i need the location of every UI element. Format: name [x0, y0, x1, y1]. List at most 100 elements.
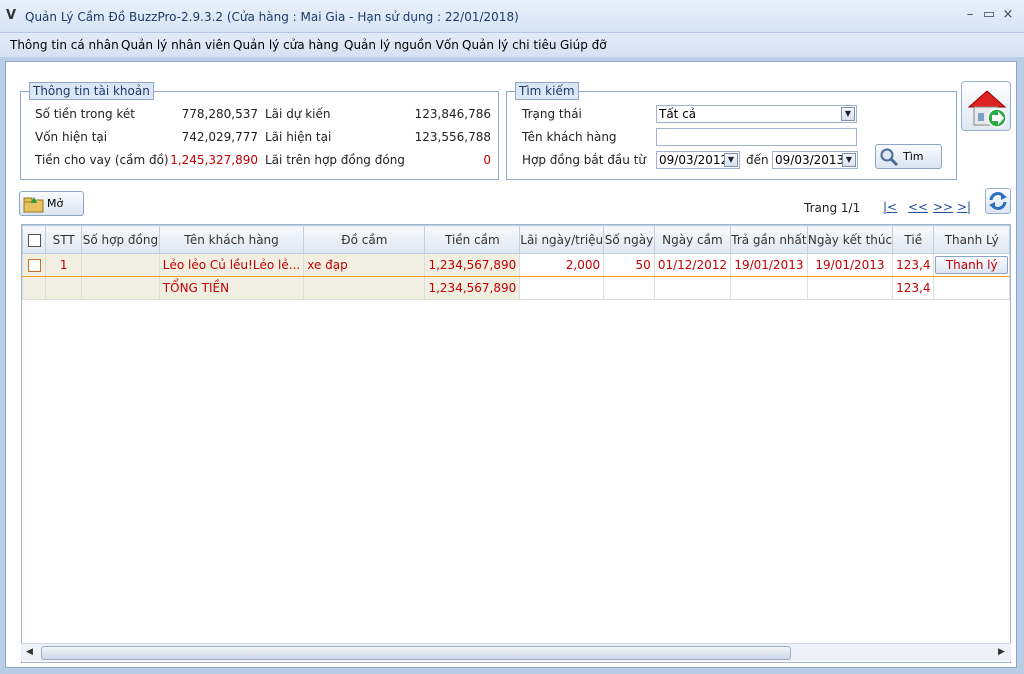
status-select[interactable]: Tất cả ▼	[656, 105, 857, 123]
horizontal-scrollbar[interactable]: ◀ ▶	[21, 643, 1011, 661]
total-empty-cell	[81, 276, 160, 300]
scroll-left-icon[interactable]: ◀	[26, 647, 33, 657]
expected-interest-value: 123,846,786	[414, 107, 491, 121]
menu-expenses[interactable]: Quản lý chi tiêu	[462, 38, 556, 52]
safe-balance-label: Số tiền trong két	[35, 107, 135, 121]
total-empty-cell	[730, 276, 808, 300]
scrollbar-thumb[interactable]	[41, 646, 791, 660]
col-daily-rate[interactable]: Lãi ngày/triệu	[519, 225, 605, 254]
row-checkbox[interactable]	[27, 259, 41, 272]
calendar-dropdown-icon[interactable]: ▼	[842, 153, 856, 167]
total-empty-cell	[22, 276, 47, 300]
customer-name-input[interactable]	[656, 128, 857, 146]
refresh-button[interactable]	[985, 188, 1011, 214]
menu-bar: Thông tin cá nhân Quản lý nhân viên Quản…	[0, 33, 1024, 57]
home-exit-icon	[967, 90, 1007, 128]
row-liquidation-cell: Thanh lý	[933, 253, 1010, 277]
col-pawn-date[interactable]: Ngày cầm	[653, 225, 732, 254]
row-customer-name: Lẻo lẻo Củ lều!Lẻo lẻ...	[158, 253, 305, 277]
folder-icon	[23, 197, 44, 213]
current-capital-label: Vốn hiện tại	[35, 130, 108, 144]
col-interest[interactable]: Tiề	[892, 225, 935, 254]
chevron-down-icon[interactable]: ▼	[841, 107, 855, 121]
contracts-table: STT Số hợp đồng Tên khách hàng Đồ cầm Ti…	[22, 225, 1010, 300]
row-pawn-date: 01/12/2012	[653, 253, 732, 277]
closed-interest-value: 0	[483, 153, 491, 167]
refresh-icon	[989, 192, 1007, 210]
to-date-picker[interactable]: 09/03/2013 ▼	[772, 151, 858, 169]
col-customer-name[interactable]: Tên khách hàng	[158, 225, 305, 254]
total-empty-cell	[806, 276, 894, 300]
col-contract-no[interactable]: Số hợp đồng	[81, 225, 160, 254]
current-capital-value: 742,029,777	[181, 130, 258, 144]
home-button[interactable]	[961, 81, 1011, 131]
safe-balance-value: 778,280,537	[181, 107, 258, 121]
current-interest-label: Lãi hiện tại	[265, 130, 332, 144]
menu-capital[interactable]: Quản lý nguồn Vốn	[344, 38, 459, 52]
total-empty-cell	[519, 276, 605, 300]
expected-interest-label: Lãi dự kiến	[265, 107, 331, 121]
row-select-cell[interactable]	[22, 253, 47, 277]
from-date-value: 09/03/2012	[659, 153, 729, 167]
menu-staff[interactable]: Quản lý nhân viên	[121, 38, 230, 52]
search-group: Tìm kiếm Trạng thái Tất cả ▼ Tên khách h…	[506, 82, 957, 180]
col-last-paid[interactable]: Trả gần nhất	[730, 225, 808, 254]
magnifier-icon	[880, 148, 899, 167]
closed-interest-label: Lãi trên hợp đồng đóng	[265, 153, 405, 167]
select-all-header[interactable]	[22, 225, 47, 254]
menu-store[interactable]: Quản lý cửa hàng	[233, 38, 339, 52]
search-button-label: Tìm	[903, 150, 924, 163]
select-all-checkbox[interactable]	[27, 233, 41, 247]
table-row[interactable]: 1 Lẻo lẻo Củ lều!Lẻo lẻ... xe đạp 1,234,…	[22, 253, 1010, 277]
open-button[interactable]: Mở	[19, 191, 84, 216]
window-title: Quản Lý Cầm Đồ BuzzPro-2.9.3.2 (Cửa hàng…	[25, 10, 519, 24]
next-page-link[interactable]: >>	[933, 200, 953, 214]
total-label: TỔNG TIỀN	[158, 276, 305, 300]
scroll-right-icon[interactable]: ▶	[998, 647, 1005, 657]
row-contract-no	[81, 253, 160, 277]
close-button[interactable]: ×	[1001, 8, 1015, 22]
last-page-link[interactable]: >|	[957, 200, 971, 214]
current-interest-value: 123,556,788	[414, 130, 491, 144]
total-amount: 1,234,567,890	[424, 276, 521, 300]
total-empty-cell	[303, 276, 426, 300]
col-pawned-item[interactable]: Đồ cầm	[303, 225, 426, 254]
status-label: Trạng thái	[522, 107, 582, 121]
col-pawn-amount[interactable]: Tiền cầm	[424, 225, 521, 254]
first-page-link[interactable]: |<	[883, 200, 897, 214]
account-info-group: Thông tin tài khoản Số tiền trong két 77…	[20, 82, 499, 180]
to-label: đến	[746, 153, 769, 167]
contracts-grid: STT Số hợp đồng Tên khách hàng Đồ cầm Ti…	[21, 224, 1011, 663]
total-empty-cell	[603, 276, 655, 300]
maximize-button[interactable]: ▭	[982, 8, 996, 22]
main-panel: Thông tin tài khoản Số tiền trong két 77…	[5, 61, 1017, 668]
search-legend: Tìm kiếm	[515, 82, 579, 100]
menu-help[interactable]: Giúp đỡ	[560, 38, 607, 52]
total-interest: 123,4	[892, 276, 935, 300]
minimize-button[interactable]: –	[963, 8, 977, 22]
col-liquidation[interactable]: Thanh Lý	[933, 225, 1010, 254]
row-days: 50	[603, 253, 655, 277]
prev-page-link[interactable]: <<	[908, 200, 928, 214]
total-empty-cell	[933, 276, 1010, 300]
col-end-date[interactable]: Ngày kết thúc	[806, 225, 894, 254]
total-empty-cell	[653, 276, 732, 300]
status-select-value: Tất cả	[659, 107, 697, 121]
total-row: TỔNG TIỀN 1,234,567,890 123,4	[22, 276, 1010, 300]
row-interest: 123,4	[892, 253, 935, 277]
search-button[interactable]: Tìm	[875, 144, 942, 169]
contract-from-label: Hợp đồng bắt đầu từ	[522, 153, 646, 167]
customer-name-label: Tên khách hàng	[522, 130, 617, 144]
app-logo-icon: V	[6, 8, 17, 23]
col-days[interactable]: Số ngày	[603, 225, 655, 254]
menu-personal-info[interactable]: Thông tin cá nhân	[10, 38, 119, 52]
col-stt[interactable]: STT	[45, 225, 83, 254]
open-button-label: Mở	[47, 197, 64, 210]
from-date-picker[interactable]: 09/03/2012 ▼	[656, 151, 740, 169]
table-header-row: STT Số hợp đồng Tên khách hàng Đồ cầm Ti…	[22, 225, 1010, 254]
row-pawned-item: xe đạp	[303, 253, 426, 277]
loan-amount-value: 1,245,327,890	[170, 153, 258, 167]
calendar-dropdown-icon[interactable]: ▼	[724, 153, 738, 167]
total-empty-cell	[45, 276, 83, 300]
liquidate-button[interactable]: Thanh lý	[935, 256, 1008, 274]
